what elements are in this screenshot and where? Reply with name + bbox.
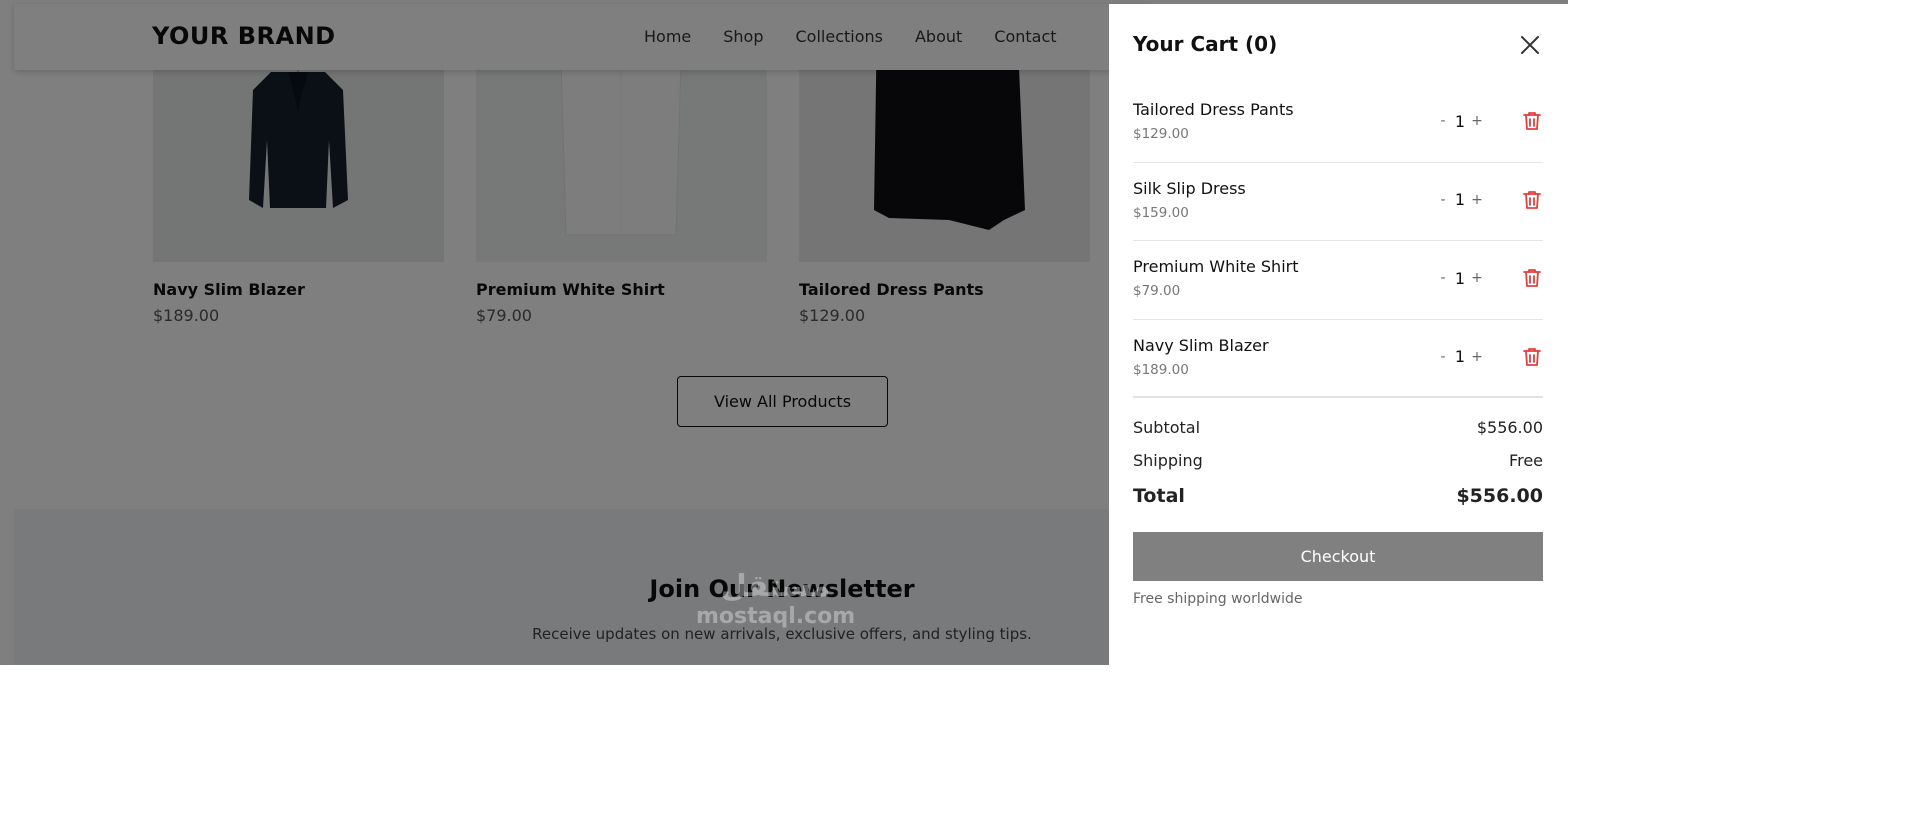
total-row: Total $556.00 — [1133, 479, 1543, 512]
subtotal-value: $556.00 — [1476, 418, 1543, 437]
cart-title: Your Cart (0) — [1133, 32, 1278, 56]
watermark-latin: mostaql.com — [696, 604, 856, 629]
decrease-quantity-button[interactable]: - — [1433, 270, 1453, 286]
quantity-stepper: - 1 + — [1433, 189, 1487, 211]
cart-drawer: Your Cart (0) Tailored Dress Pants $129.… — [1109, 4, 1568, 665]
cart-item-name: Navy Slim Blazer — [1133, 335, 1269, 355]
shipping-row: Shipping Free — [1133, 444, 1543, 477]
total-value: $556.00 — [1456, 484, 1543, 507]
checkout-button[interactable]: Checkout — [1133, 532, 1543, 581]
increase-quantity-button[interactable]: + — [1467, 270, 1487, 286]
quantity-stepper: - 1 + — [1433, 267, 1487, 289]
subtotal-label: Subtotal — [1133, 418, 1201, 437]
increase-quantity-button[interactable]: + — [1467, 349, 1487, 365]
quantity-stepper: - 1 + — [1433, 346, 1487, 368]
order-summary: Subtotal $556.00 Shipping Free Total $55… — [1133, 411, 1543, 512]
increase-quantity-button[interactable]: + — [1467, 113, 1487, 129]
quantity-value: 1 — [1454, 111, 1466, 131]
cart-item-name: Premium White Shirt — [1133, 257, 1299, 276]
cart-item-price: $189.00 — [1133, 361, 1189, 378]
trash-icon[interactable] — [1521, 267, 1543, 289]
quantity-stepper: - 1 + — [1433, 110, 1487, 132]
trash-icon[interactable] — [1521, 189, 1543, 211]
cart-item-name: Tailored Dress Pants — [1133, 100, 1294, 119]
cart-item: Tailored Dress Pants $129.00 - 1 + — [1133, 84, 1543, 163]
watermark-arabic: مستقل — [720, 569, 831, 604]
cart-item-name: Silk Slip Dress — [1133, 178, 1246, 198]
subtotal-row: Subtotal $556.00 — [1133, 411, 1543, 444]
quantity-value: 1 — [1454, 347, 1466, 366]
close-icon[interactable] — [1519, 34, 1541, 56]
quantity-value: 1 — [1454, 268, 1466, 288]
cart-item: Premium White Shirt $79.00 - 1 + — [1133, 241, 1543, 320]
cart-item: Navy Slim Blazer $189.00 - 1 + — [1133, 320, 1543, 398]
cart-item-price: $159.00 — [1133, 204, 1189, 221]
trash-icon[interactable] — [1521, 110, 1543, 132]
trash-icon[interactable] — [1521, 346, 1543, 368]
decrease-quantity-button[interactable]: - — [1433, 113, 1453, 129]
watermark: مستقل mostaql.com — [696, 572, 855, 628]
cart-item-price: $129.00 — [1133, 126, 1189, 142]
quantity-value: 1 — [1454, 190, 1466, 209]
cart-item: Silk Slip Dress $159.00 - 1 + — [1133, 163, 1543, 241]
shipping-note: Free shipping worldwide — [1133, 591, 1303, 607]
decrease-quantity-button[interactable]: - — [1433, 349, 1453, 365]
shipping-label: Shipping — [1133, 451, 1203, 470]
decrease-quantity-button[interactable]: - — [1433, 192, 1453, 208]
shipping-value: Free — [1509, 451, 1543, 470]
increase-quantity-button[interactable]: + — [1467, 192, 1487, 208]
cart-item-price: $79.00 — [1133, 283, 1181, 299]
cart-items-list: Tailored Dress Pants $129.00 - 1 + Silk … — [1133, 84, 1543, 398]
total-label: Total — [1133, 484, 1185, 507]
